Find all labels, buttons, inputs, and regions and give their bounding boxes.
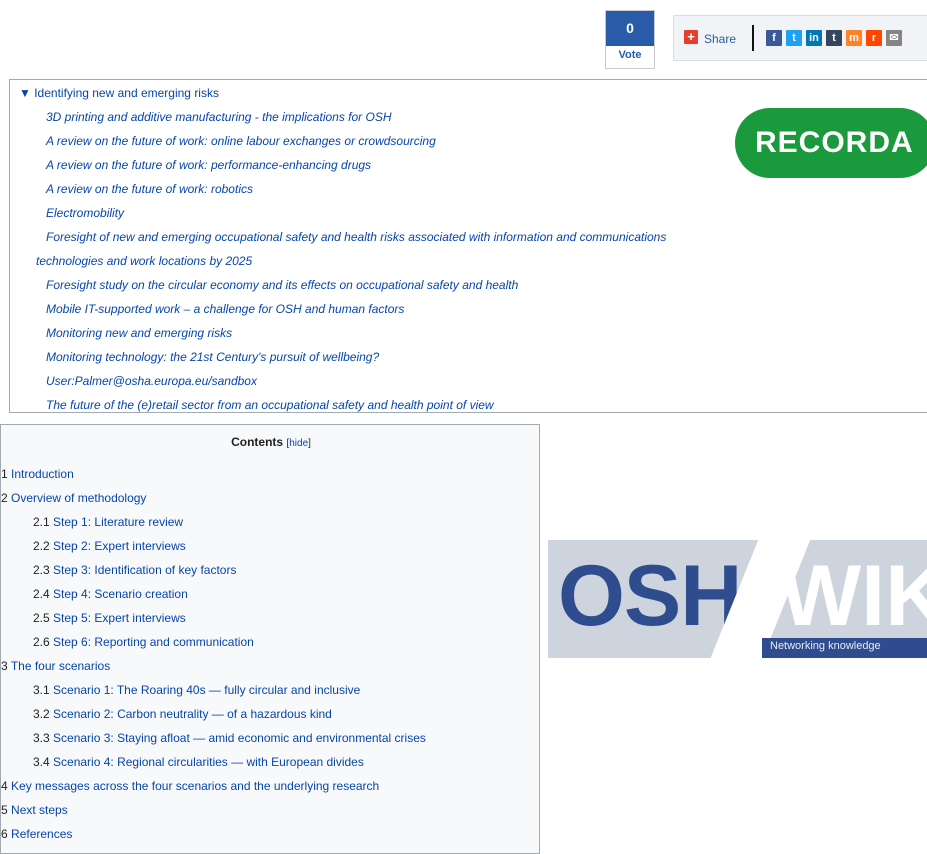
related-link-continued[interactable]: technologies and work locations by 2025 [36,254,252,268]
plus-icon[interactable]: + [684,30,698,44]
toc-item[interactable]: 2.3 Step 3: Identification of key factor… [33,563,236,577]
related-link[interactable]: Monitoring technology: the 21st Century'… [46,350,379,364]
related-link[interactable]: Foresight study on the circular economy … [46,278,518,292]
osh-wordmark: OSH [558,548,742,644]
share-bar: + Share f t in t m r ✉ [673,15,927,61]
share-button[interactable]: Share [704,32,736,46]
toc-item[interactable]: 2.2 Step 2: Expert interviews [33,539,186,553]
related-link[interactable]: Mobile IT-supported work – a challenge f… [46,302,404,316]
related-link[interactable]: A review on the future of work: performa… [46,158,371,172]
toc-hide-link[interactable]: hide [289,438,308,449]
toc-item[interactable]: 3.3 Scenario 3: Staying afloat — amid ec… [33,731,426,745]
mix-icon[interactable]: m [846,30,862,46]
twitter-icon[interactable]: t [786,30,802,46]
toc-hide-toggle[interactable]: [hide] [286,438,310,449]
vote-button[interactable]: Vote [606,49,654,61]
toc-item[interactable]: 1 Introduction [1,467,74,481]
related-heading-toggle[interactable]: ▼ Identifying new and emerging risks [19,86,219,100]
toc-item[interactable]: 5 Next steps [1,803,68,817]
related-link[interactable]: A review on the future of work: online l… [46,134,436,148]
toc-item[interactable]: 3.1 Scenario 1: The Roaring 40s — fully … [33,683,360,697]
related-link[interactable]: User:Palmer@osha.europa.eu/sandbox [46,374,257,388]
toc-item[interactable]: 4 Key messages across the four scenarios… [1,779,379,793]
toc-item[interactable]: 6 References [1,827,72,841]
osh-wiki-logo[interactable]: OSH WIKI Networking knowledge [548,540,927,658]
toc-item[interactable]: 3.2 Scenario 2: Carbon neutrality — of a… [33,707,332,721]
tumblr-icon[interactable]: t [826,30,842,46]
email-icon[interactable]: ✉ [886,30,902,46]
related-link[interactable]: Foresight of new and emerging occupation… [46,230,666,244]
toc-item[interactable]: 2 Overview of methodology [1,491,146,505]
vote-widget[interactable]: 0 Vote [605,10,655,69]
facebook-icon[interactable]: f [766,30,782,46]
table-of-contents: Contents [hide] 1 Introduction 2 Overvie… [0,424,540,854]
wiki-wordmark: WIKI [780,548,927,644]
linkedin-icon[interactable]: in [806,30,822,46]
recorda-logo[interactable]: RECORDA [735,108,927,178]
related-link[interactable]: The future of the (e)retail sector from … [46,398,494,412]
toc-title-row: Contents [hide] [1,435,541,449]
related-link[interactable]: A review on the future of work: robotics [46,182,253,196]
toc-title: Contents [231,435,284,449]
toc-item[interactable]: 2.5 Step 5: Expert interviews [33,611,186,625]
toc-item[interactable]: 3 The four scenarios [1,659,110,673]
related-link[interactable]: Monitoring new and emerging risks [46,326,232,340]
toc-item[interactable]: 3.4 Scenario 4: Regional circularities —… [33,755,364,769]
vote-count: 0 [606,11,654,46]
related-link[interactable]: Electromobility [46,206,124,220]
separator [752,25,754,51]
related-link[interactable]: 3D printing and additive manufacturing -… [46,110,392,124]
toc-item[interactable]: 2.4 Step 4: Scenario creation [33,587,188,601]
reddit-icon[interactable]: r [866,30,882,46]
logo-tagline: Networking knowledge [770,640,881,652]
toc-item[interactable]: 2.6 Step 6: Reporting and communication [33,635,254,649]
toc-item[interactable]: 2.1 Step 1: Literature review [33,515,183,529]
